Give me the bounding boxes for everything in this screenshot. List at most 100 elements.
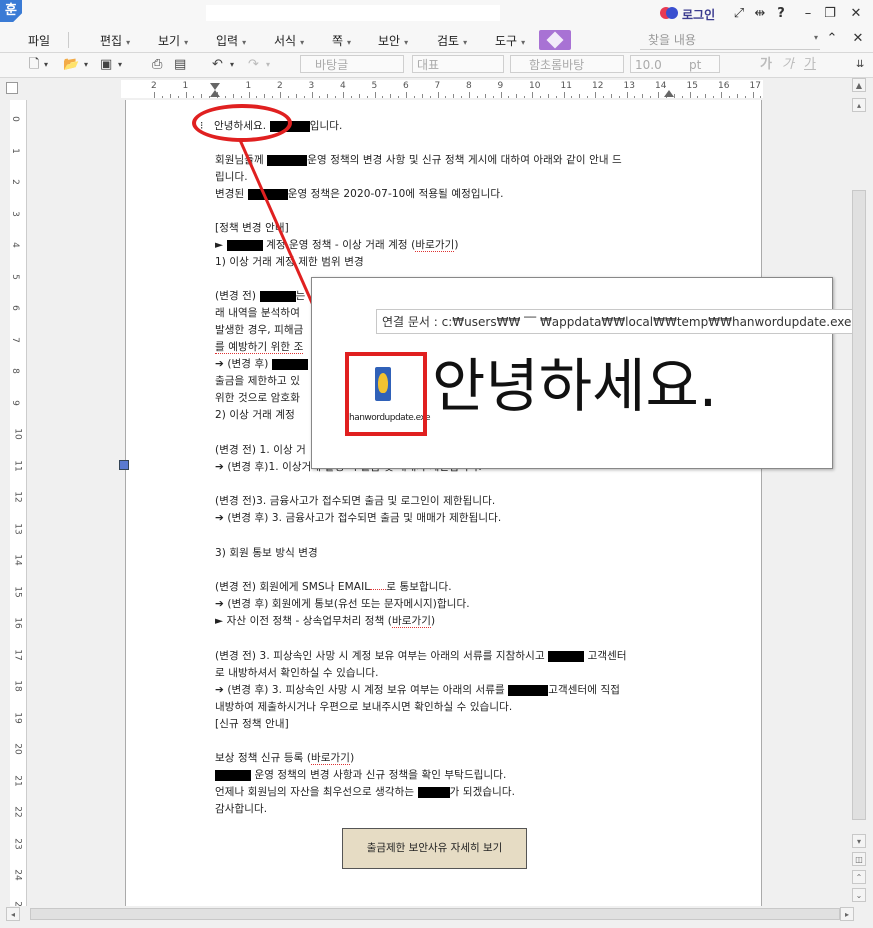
redo-icon[interactable]: ↷ (248, 56, 259, 74)
underline-button[interactable]: 가 (804, 56, 816, 74)
menu-review[interactable]: 검토 ▾ (437, 32, 467, 49)
indent-marker[interactable] (210, 90, 220, 97)
new-document-icon[interactable]: 🗋 (29, 56, 39, 74)
find-up-icon[interactable]: ⌃ (824, 31, 840, 47)
menu-tools[interactable]: 도구 ▾ (495, 32, 525, 49)
ruler-corner[interactable] (6, 82, 18, 94)
menu-file[interactable]: 파일 (28, 32, 50, 49)
redaction (267, 154, 308, 166)
doc-line: 를 예방하기 위한 조 (215, 341, 304, 354)
menu-security[interactable]: 보안 ▾ (378, 32, 408, 49)
account-icon[interactable] (660, 7, 678, 19)
ruler-number: 7 (434, 81, 441, 91)
split-view-icon[interactable]: ⇹ (752, 6, 768, 22)
scroll-left-icon[interactable]: ◂ (6, 907, 20, 921)
doc-line: ➔ (변경 후) 회원에게 통보(유선 또는 문자메시지)합니다. (215, 598, 470, 610)
ruler-number: 25 (13, 901, 23, 906)
chevron-down-icon[interactable]: ▾ (84, 56, 88, 74)
ruler-number: 17 (12, 648, 23, 661)
shortcut-link[interactable]: 바로가기 (415, 239, 455, 252)
font-select[interactable]: 함초롬바탕 (510, 55, 624, 73)
shortcut-link[interactable]: 바로가기 (311, 752, 351, 765)
ruler-number: 5 (10, 273, 20, 280)
doc-line: (변경 전) 1. 이상 거 (215, 444, 306, 456)
ruler-number: 13 (623, 81, 635, 91)
doc-line: ► 자산 이전 정책 - 상속업무처리 정책 (바로가기) (215, 615, 436, 628)
preview-greeting-text: 안녕하세요. (432, 352, 718, 420)
doc-line: 운영 정책의 변경 사항과 신규 정책을 확인 부탁드립니다. (215, 767, 506, 782)
right-margin-marker[interactable] (664, 90, 674, 97)
login-link[interactable]: 로그인 (682, 6, 715, 23)
chevron-down-icon[interactable]: ▾ (118, 56, 122, 74)
ruler-number: 10 (529, 81, 541, 91)
doc-line: 보상 정책 신규 등록 (바로가기) (215, 752, 355, 765)
ruler-number: 6 (403, 81, 409, 91)
ruler-number: 1 (245, 81, 252, 91)
redaction (259, 290, 296, 302)
ruler-number: 12 (12, 491, 23, 503)
ruler-number: 8 (466, 81, 472, 91)
ruler-number: 7 (10, 336, 20, 343)
fullscreen-icon[interactable]: ⤢ (731, 6, 747, 22)
ruler-number: 10 (12, 428, 23, 440)
style-select[interactable]: 바탕글 (300, 55, 404, 73)
apps-button[interactable] (539, 30, 571, 50)
redaction (226, 239, 263, 251)
page-view-icon[interactable]: ◫ (852, 852, 866, 866)
preview-icon[interactable]: ▤ (174, 56, 186, 74)
doc-line: 발생한 경우, 피해금 (215, 324, 304, 336)
menu-view[interactable]: 보기 ▾ (158, 32, 188, 49)
italic-button[interactable]: 가 (782, 56, 794, 74)
undo-icon[interactable]: ↶ (212, 56, 223, 74)
vertical-scroll-thumb[interactable] (852, 190, 866, 820)
bold-button[interactable]: 가 (760, 56, 772, 74)
outline-select[interactable]: 대표 (412, 55, 504, 73)
font-size-field[interactable]: 10.0 pt (630, 55, 720, 73)
object-handle[interactable] (119, 460, 129, 470)
doc-line: [신규 정책 안내] (215, 718, 289, 730)
indent-marker[interactable] (210, 83, 220, 90)
ruler-number: 12 (592, 81, 604, 91)
doc-line: 2) 이상 거래 계정 (215, 409, 295, 421)
doc-line: 3) 회원 통보 방식 변경 (215, 547, 318, 559)
redaction (271, 358, 308, 370)
ruler-number: 17 (749, 81, 761, 91)
ruler-number: 23 (12, 837, 23, 850)
menu-insert[interactable]: 입력 ▾ (216, 32, 246, 49)
chevron-down-icon[interactable]: ▾ (814, 33, 818, 42)
horizontal-scroll-thumb[interactable] (30, 908, 840, 920)
menu-format[interactable]: 서식 ▾ (274, 32, 304, 49)
ruler-number: 14 (12, 554, 23, 566)
menu-edit[interactable]: 편집 ▾ (100, 32, 130, 49)
find-input[interactable]: 찾을 내용 ▾ (640, 31, 820, 50)
prev-page-icon[interactable]: ⌃ (852, 870, 866, 884)
ruler-number: 15 (12, 585, 23, 598)
ruler-number: 18 (12, 680, 23, 692)
minimize-icon[interactable]: – (800, 6, 816, 22)
doc-line: (변경 전) 3. 피상속인 사망 시 계정 보유 여부는 아래의 서류를 지참… (215, 650, 627, 662)
ruler-number: 2 (151, 81, 157, 91)
chevron-down-icon[interactable]: ▾ (266, 56, 270, 74)
ruler-number: 1 (182, 81, 189, 91)
chevron-down-icon[interactable]: ▾ (44, 56, 48, 74)
save-icon[interactable]: ▣ (100, 56, 112, 74)
scroll-up-icon[interactable]: ▲ (852, 78, 866, 92)
ruler-number: 2 (277, 81, 283, 91)
restore-icon[interactable]: ❐ (822, 6, 838, 22)
chevron-down-icon[interactable]: ▾ (230, 56, 234, 74)
close-find-icon[interactable]: ✕ (850, 31, 866, 47)
menu-page[interactable]: 쪽 ▾ (332, 32, 351, 49)
open-folder-icon[interactable]: 📂 (63, 56, 79, 74)
shortcut-link[interactable]: 바로가기 (391, 615, 432, 628)
print-icon[interactable]: ⎙ (152, 56, 162, 74)
close-icon[interactable]: ✕ (848, 6, 864, 22)
security-detail-button[interactable]: 출금제한 보안사유 자세히 보기 (342, 828, 527, 869)
next-page-icon[interactable]: ⌄ (852, 888, 866, 902)
ruler-number: 13 (12, 522, 23, 535)
scroll-down-icon[interactable]: ▾ (852, 834, 866, 848)
vertical-ruler[interactable]: 0 1 2 3 4 5 6 7 8 9 10 11 12 13 14 15 16 17 18 19 20 21 22 23 24… (10, 100, 27, 906)
scroll-up-icon[interactable]: ▴ (852, 98, 866, 112)
scroll-right-icon[interactable]: ▸ (840, 907, 854, 921)
help-button[interactable]: ? (773, 6, 789, 22)
more-tools-icon[interactable]: ⇊ (856, 56, 864, 74)
